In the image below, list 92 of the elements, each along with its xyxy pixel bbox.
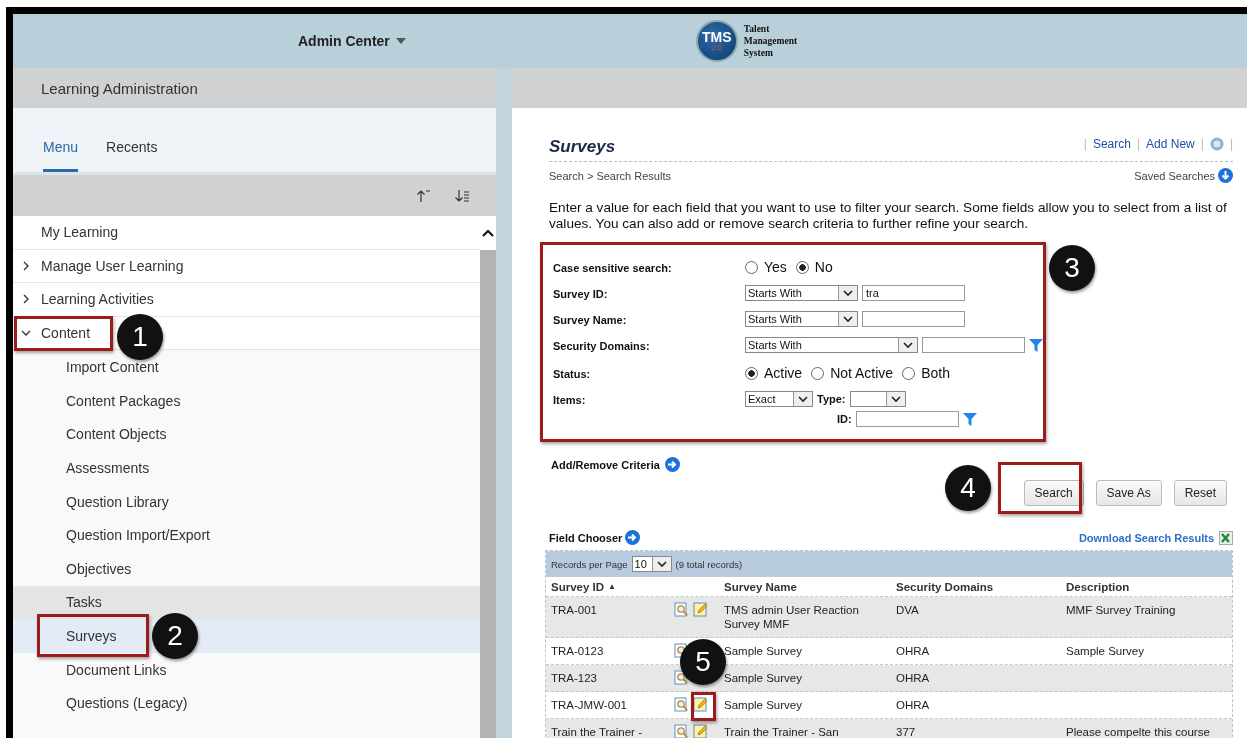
- radio-label: No: [814, 259, 833, 275]
- record-count: (9 total records): [675, 558, 743, 570]
- logo-text: Management: [743, 35, 798, 47]
- radio-label: Yes: [764, 259, 787, 275]
- column-header[interactable]: Survey ID ▲: [546, 580, 666, 593]
- input-field[interactable]: [922, 337, 1025, 353]
- table-cell-text: TMS admin User Reaction Survey MMF: [723, 603, 860, 632]
- dropdown[interactable]: Starts With: [745, 285, 858, 301]
- dropdown[interactable]: [849, 391, 906, 407]
- column-header[interactable]: Description: [1061, 580, 1232, 593]
- table-cell-text: DVA: [895, 603, 920, 618]
- field-label: ID:: [837, 413, 852, 425]
- button[interactable]: Reset: [1173, 480, 1227, 506]
- radio-label: Both: [921, 365, 950, 381]
- table-cell-text: TRA-0123: [550, 644, 605, 659]
- table-cell-text: Sample Survey: [723, 644, 803, 659]
- radio-button[interactable]: [745, 366, 758, 380]
- sort-descending-icon[interactable]: [454, 188, 470, 203]
- field-chooser-link[interactable]: Field Chooser: [549, 530, 641, 545]
- highlight-box: [691, 692, 716, 721]
- table-cell-text: TRA-123: [550, 671, 599, 686]
- dropdown[interactable]: 10: [631, 556, 672, 572]
- spreadsheet-icon[interactable]: [1219, 530, 1233, 545]
- separator: |: [1136, 137, 1141, 151]
- dropdown[interactable]: Starts With: [745, 311, 858, 327]
- column-header[interactable]: Survey Name: [719, 580, 891, 593]
- field-label: Survey Name:: [553, 313, 628, 326]
- table-cell-text: Please compelte this course: [1065, 725, 1211, 738]
- input-field[interactable]: [855, 411, 959, 427]
- input-field[interactable]: [862, 311, 965, 327]
- menu-item[interactable]: Learning Activities: [13, 283, 480, 317]
- logo-text: System: [743, 47, 774, 59]
- field-label: Type:: [817, 393, 846, 405]
- menu-item[interactable]: Manage User Learning: [13, 249, 480, 284]
- filter-icon[interactable]: [1029, 338, 1043, 352]
- table-cell-text: Train the Trainer - San: [723, 725, 840, 738]
- tab[interactable]: Menu: [43, 139, 79, 172]
- separator: |: [1200, 137, 1204, 151]
- records-label: Records per Page: [551, 558, 628, 570]
- arrow-right-icon: [625, 530, 641, 545]
- radio-button[interactable]: [811, 366, 825, 380]
- field-label: Survey ID:: [553, 287, 609, 300]
- input-field[interactable]: tra: [862, 285, 965, 301]
- link[interactable]: Add New: [1146, 137, 1195, 151]
- table-cell-text: TRA-JMW-001: [550, 698, 628, 713]
- instructions-text: Enter a value for each field that you want to use to filter your search. Some fields allow you to select from a list of values. You can also add or remove search criteria to further refine your search.: [549, 200, 1228, 232]
- field-label: Status:: [553, 367, 592, 380]
- download-link[interactable]: Download Search Results: [1078, 531, 1214, 544]
- add-remove-criteria-link[interactable]: Add/Remove Criteria: [551, 457, 680, 472]
- edit-icon[interactable]: [693, 697, 708, 712]
- radio-button[interactable]: [795, 260, 809, 274]
- table-cell-text: 377: [895, 725, 917, 738]
- menu-item[interactable]: Tasks: [13, 585, 480, 620]
- table-cell-text: Train the Trainer -: [550, 725, 643, 738]
- dropdown[interactable]: Exact: [745, 391, 813, 407]
- radio-button[interactable]: [745, 260, 758, 274]
- scrollbar-thumb[interactable]: [480, 250, 496, 738]
- scroll-up-icon[interactable]: [482, 229, 494, 237]
- sort-ascending-icon[interactable]: [416, 188, 430, 203]
- menu-item[interactable]: My Learning: [13, 216, 480, 250]
- arrow-right-icon: [664, 457, 680, 472]
- dropdown-caret-icon: [395, 38, 406, 44]
- filter-icon[interactable]: [962, 412, 977, 426]
- button[interactable]: Save As: [1095, 480, 1162, 506]
- breadcrumb: Search > Search Results: [549, 169, 671, 182]
- tab[interactable]: Recents: [106, 139, 158, 172]
- column-header[interactable]: Security Domains: [891, 580, 1061, 593]
- download-arrow-icon: [1218, 168, 1233, 183]
- table-cell-text: TRA-001: [550, 603, 599, 618]
- panel-title: Learning Administration: [13, 68, 496, 108]
- table-cell-text: Sample Survey: [1065, 644, 1145, 659]
- button[interactable]: Search: [1023, 480, 1084, 506]
- separator: |: [1229, 137, 1233, 151]
- field-label: Security Domains:: [553, 339, 651, 352]
- saved-searches-link[interactable]: Saved Searches: [1134, 168, 1233, 183]
- table-cell-text: OHRA: [895, 671, 931, 686]
- table-cell-text: Sample Survey: [723, 671, 803, 686]
- field-label: Items:: [553, 393, 587, 406]
- dropdown[interactable]: Starts With: [745, 337, 918, 353]
- link[interactable]: Search: [1092, 137, 1131, 151]
- radio-label: Active: [764, 365, 803, 381]
- table-cell-text: MMF Survey Training: [1065, 603, 1177, 618]
- separator: |: [1083, 137, 1087, 151]
- logo-text: Talent: [743, 23, 771, 35]
- admin-center-menu[interactable]: Admin Center: [298, 33, 406, 49]
- table-cell-text: OHRA: [895, 698, 931, 713]
- field-label: Case sensitive search:: [553, 261, 673, 274]
- radio-button[interactable]: [902, 366, 916, 380]
- radio-label: Not Active: [830, 365, 894, 381]
- table-cell-text: OHRA: [895, 644, 931, 659]
- table-cell-text: Sample Survey: [723, 698, 803, 713]
- page-title: Surveys: [549, 137, 616, 157]
